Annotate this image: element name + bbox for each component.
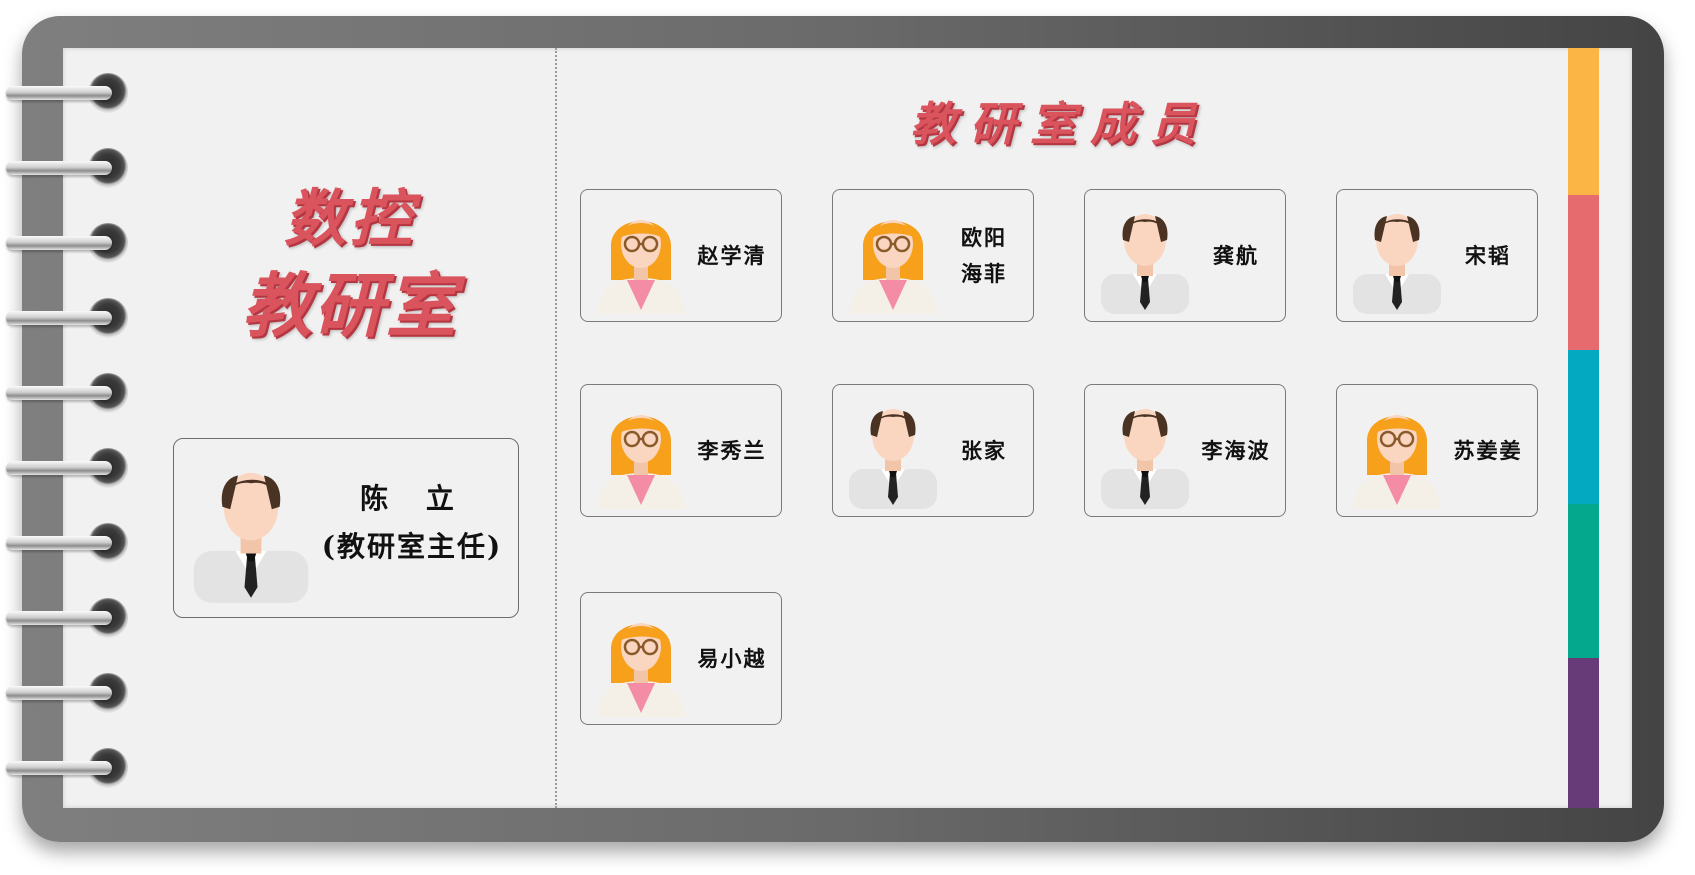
member-name: 易小越 (697, 645, 767, 671)
ring-wire (6, 236, 112, 250)
member-name: 苏姜姜 (1453, 437, 1523, 463)
member-card[interactable]: 欧阳 海菲 (832, 189, 1034, 322)
tab-3[interactable] (1568, 350, 1599, 504)
member-name: 宋韬 (1465, 242, 1511, 268)
member-name: 龚航 (1213, 242, 1259, 268)
ring-wire (6, 761, 112, 775)
tab-2[interactable] (1568, 195, 1599, 350)
ring-wire (6, 686, 112, 700)
tab-4[interactable] (1568, 504, 1599, 658)
member-card[interactable]: 宋韬 (1336, 189, 1538, 322)
member-name: 李海波 (1201, 437, 1271, 463)
ring-wire (6, 536, 112, 550)
member-card[interactable]: 龚航 (1084, 189, 1286, 322)
male-avatar-icon (1095, 198, 1195, 314)
female-avatar-icon (591, 198, 691, 314)
member-name: 李秀兰 (697, 437, 767, 463)
member-card[interactable]: 苏姜姜 (1336, 384, 1538, 517)
ring-wire (6, 461, 112, 475)
female-avatar-icon (591, 393, 691, 509)
ring-wire (6, 311, 112, 325)
ring-wire (6, 86, 112, 100)
member-name: 张家 (961, 437, 1007, 463)
leader-card[interactable]: 陈 立 (教研室主任) (173, 438, 519, 618)
member-name: 赵学清 (697, 242, 767, 268)
leader-role: (教研室主任) (321, 530, 503, 563)
ring-wire (6, 611, 112, 625)
members-heading: 教研室成员 (910, 97, 1210, 151)
female-avatar-icon (591, 601, 691, 717)
tab-1[interactable] (1568, 48, 1599, 195)
tab-5[interactable] (1568, 658, 1599, 808)
male-avatar-icon (1347, 198, 1447, 314)
male-avatar-icon (843, 393, 943, 509)
male-avatar-icon (186, 445, 316, 610)
female-avatar-icon (843, 198, 943, 314)
male-avatar-icon (1095, 393, 1195, 509)
member-card[interactable]: 易小越 (580, 592, 782, 725)
member-card[interactable]: 张家 (832, 384, 1034, 517)
department-title-line1: 数控 (283, 182, 416, 255)
female-avatar-icon (1347, 393, 1447, 509)
page-divider (555, 48, 557, 808)
department-title-line2: 教研室 (242, 264, 458, 347)
leader-name: 陈 立 (360, 482, 468, 515)
member-card[interactable]: 李秀兰 (580, 384, 782, 517)
member-card[interactable]: 赵学清 (580, 189, 782, 322)
ring-wire (6, 161, 112, 175)
ring-wire (6, 386, 112, 400)
member-name: 欧阳 海菲 (961, 224, 1007, 286)
member-card[interactable]: 李海波 (1084, 384, 1286, 517)
